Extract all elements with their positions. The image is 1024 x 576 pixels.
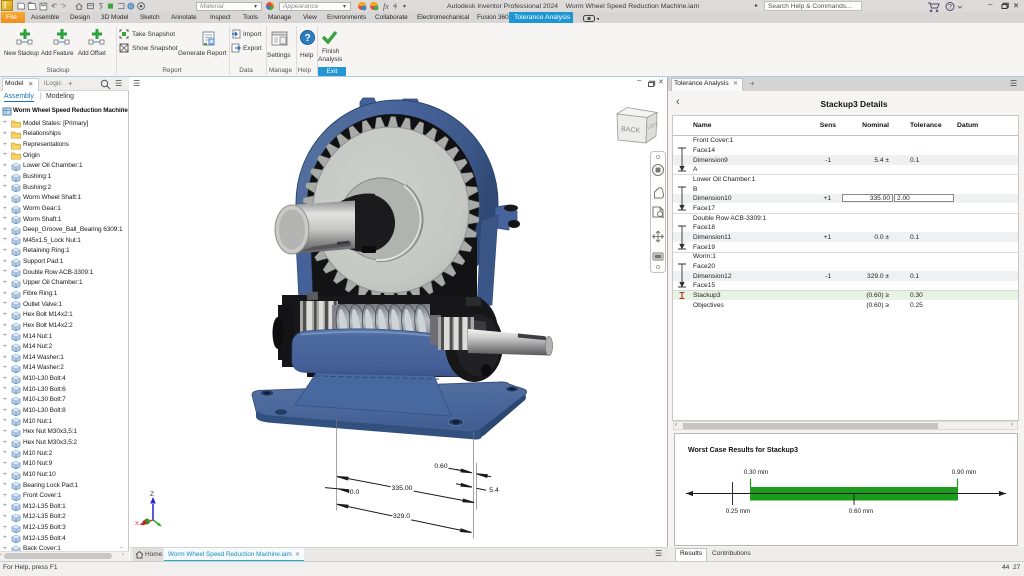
svg-text:?: ?	[948, 4, 952, 11]
svg-text:X: X	[135, 521, 139, 527]
svg-text:fx: fx	[383, 2, 389, 11]
svg-text:Z: Z	[150, 491, 154, 498]
svg-text:?: ?	[305, 33, 311, 44]
